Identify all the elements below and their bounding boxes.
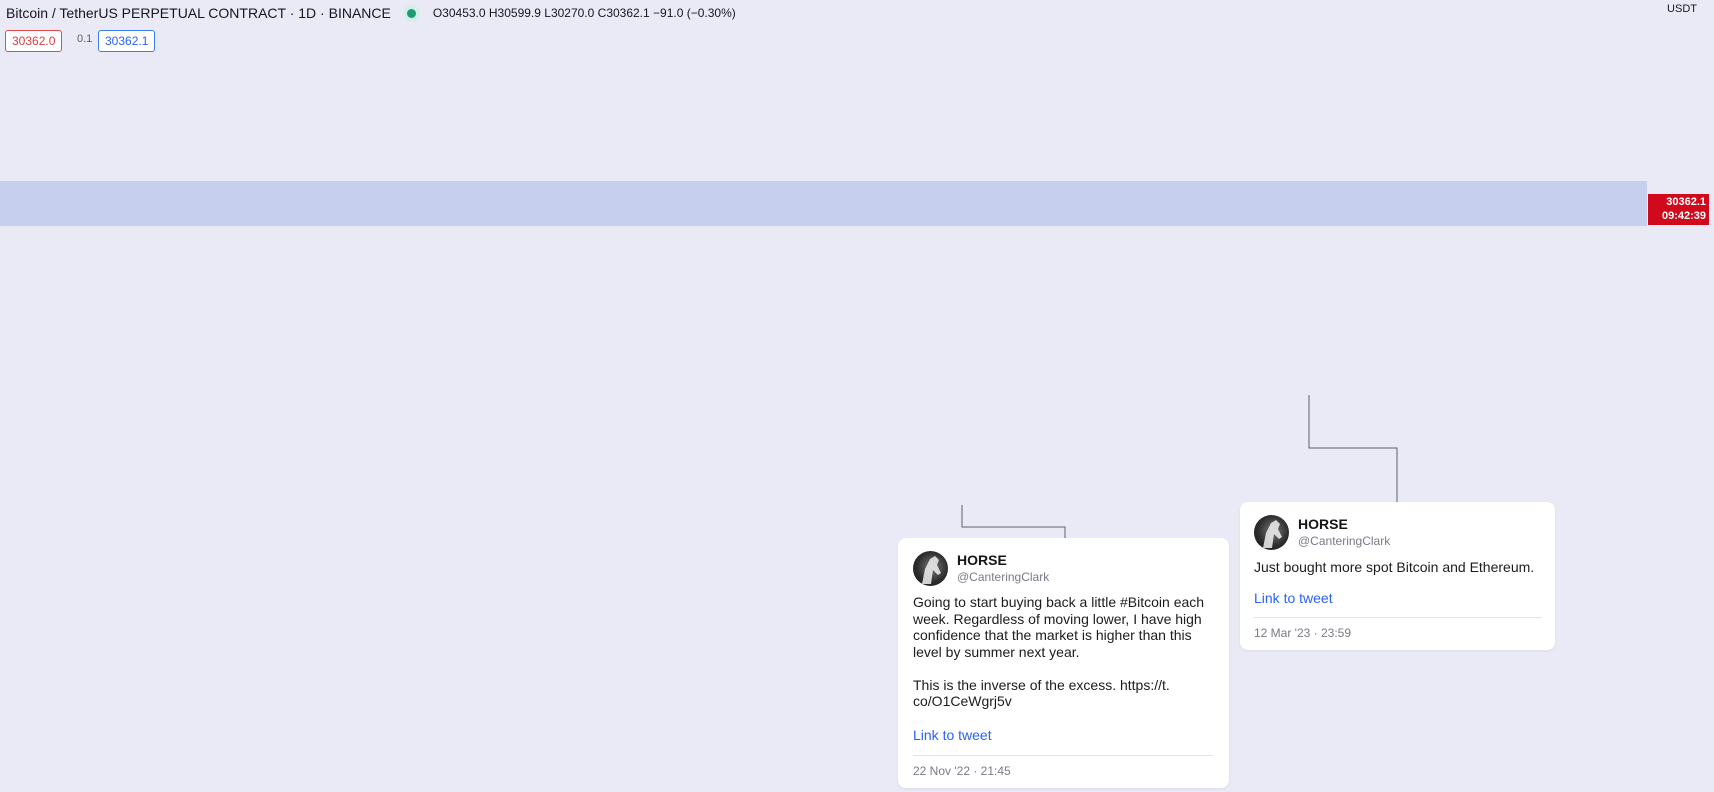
tweet-text: Just bought more spot Bitcoin and Ethere…	[1254, 559, 1535, 575]
symbol-title[interactable]: Bitcoin / TetherUS PERPETUAL CONTRACT · …	[6, 5, 391, 21]
tweet-author-handle: @CanteringClark	[1298, 534, 1391, 548]
market-status-icon[interactable]	[406, 8, 416, 18]
divider	[1254, 617, 1542, 618]
ohlc-values: O30453.0 H30599.9 L30270.0 C30362.1 −91.…	[432, 6, 736, 20]
bar-countdown: 09:42:39	[1661, 210, 1706, 222]
avatar	[913, 551, 948, 586]
tweet-card[interactable]: HORSE @CanteringClark Just bought more s…	[1240, 502, 1555, 650]
sell-button[interactable]: 30362.0	[5, 30, 63, 52]
tweet-connector-line	[1308, 395, 1398, 502]
tweet-author-name: HORSE	[957, 552, 1007, 568]
price-axis[interactable]: USDT 42000.038000.034000.031000.029000.0…	[1647, 0, 1714, 792]
currency-label[interactable]: USDT	[1667, 3, 1697, 15]
tweet-card[interactable]: HORSE @CanteringClark Going to start buy…	[898, 538, 1229, 788]
tweet-connector-line	[961, 505, 1066, 538]
tweet-author-handle: @CanteringClark	[957, 570, 1050, 584]
last-price-tag: 30362.1 09:42:39	[1648, 194, 1709, 225]
divider	[913, 755, 1213, 756]
tweet-text: Going to start buying back a little #Bit…	[913, 594, 1205, 709]
spread-value: 0.1	[77, 33, 93, 45]
tweet-date: 22 Nov '22 · 21:45	[913, 764, 1011, 778]
tweet-date: 12 Mar '23 · 23:59	[1254, 626, 1352, 640]
last-price-value: 30362.1	[1666, 196, 1706, 208]
chart-legend: Bitcoin / TetherUS PERPETUAL CONTRACT · …	[6, 5, 736, 21]
tweet-author-name: HORSE	[1298, 516, 1348, 532]
buy-button[interactable]: 30362.1	[98, 30, 156, 52]
candlestick-chart[interactable]	[0, 0, 1647, 792]
link-to-tweet[interactable]: Link to tweet	[1254, 590, 1333, 606]
resistance-zone	[0, 181, 1647, 226]
avatar	[1254, 515, 1289, 550]
link-to-tweet[interactable]: Link to tweet	[913, 727, 992, 743]
